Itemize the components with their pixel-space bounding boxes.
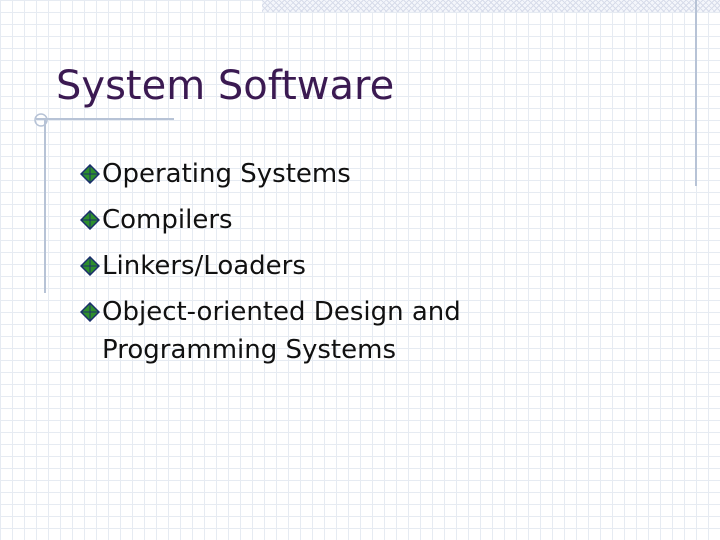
left-vertical-rule: [44, 118, 46, 293]
bullet-text: Operating Systems: [102, 159, 351, 189]
right-vertical-rule: [695, 0, 697, 186]
diamond-bullet-icon: [80, 164, 100, 184]
bullet-item: Compilers: [78, 201, 638, 239]
slide-title: System Software: [56, 63, 395, 109]
diamond-bullet-icon: [80, 302, 100, 322]
bullet-item: Linkers/Loaders: [78, 247, 638, 285]
bullet-list: Operating Systems Compilers Linkers/Load…: [78, 155, 638, 377]
bullet-item: Operating Systems: [78, 155, 638, 193]
diamond-bullet-icon: [80, 210, 100, 230]
slide: System Software Operating Systems Compil…: [0, 0, 720, 540]
title-underline: [36, 118, 174, 120]
bullet-text: Linkers/Loaders: [102, 251, 306, 281]
bullet-text: Compilers: [102, 205, 233, 235]
diamond-bullet-icon: [80, 256, 100, 276]
top-decorative-band: [262, 0, 720, 12]
bullet-text: Object-oriented Design and Programming S…: [102, 297, 461, 365]
bullet-item: Object-oriented Design and Programming S…: [78, 293, 638, 369]
circle-marker-icon: [34, 113, 48, 127]
